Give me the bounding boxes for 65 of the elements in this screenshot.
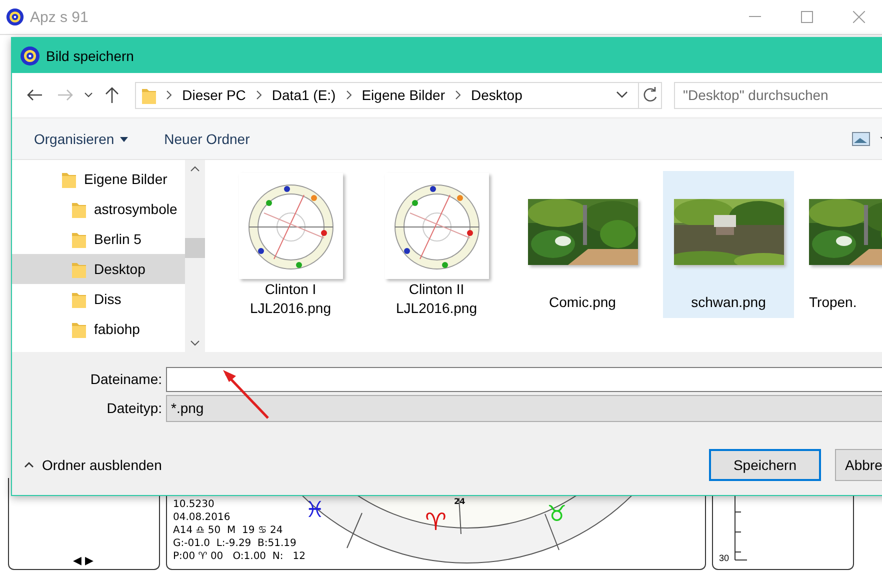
folder-tree-item[interactable]: Berlin 5 xyxy=(12,224,185,254)
folder-icon xyxy=(72,230,86,248)
arrow-button[interactable]: ◀ xyxy=(73,554,81,567)
breadcrumb-item[interactable]: Dieser PC xyxy=(182,87,246,103)
folder-tree-item[interactable]: fabiohp xyxy=(12,314,185,344)
chevron-up-icon[interactable] xyxy=(24,462,34,468)
folder-tree-item[interactable]: Eigene Bilder xyxy=(12,164,185,194)
info-text: P:00 ♈ 00 O:1.00 N: 12 xyxy=(173,550,306,563)
chevron-icon xyxy=(166,90,172,100)
scroll-up-icon[interactable] xyxy=(190,166,200,172)
minimize-icon[interactable] xyxy=(749,16,761,18)
folder-tree-item[interactable]: astrosymbole xyxy=(12,194,185,224)
breadcrumb-item[interactable]: Data1 (E:) xyxy=(272,87,336,103)
up-arrow-icon[interactable] xyxy=(105,87,120,103)
chevron-icon xyxy=(455,90,461,100)
folder-tree-item[interactable]: Diss xyxy=(12,284,185,314)
file-item[interactable]: Clinton I LJL2016.png xyxy=(225,171,356,318)
file-item[interactable]: schwan.png xyxy=(663,171,794,318)
info-text: A14 ♎ 50 M 19 ♋ 24 xyxy=(173,524,284,537)
breadcrumb-item[interactable]: Eigene Bilder xyxy=(362,87,445,103)
info-text: 04.08.2016 xyxy=(173,511,232,524)
window-title: Apz s 91 xyxy=(30,8,90,26)
scrollbar-thumb[interactable] xyxy=(185,238,205,258)
folder-icon xyxy=(62,170,76,188)
arrow-button[interactable]: ▶ xyxy=(85,554,93,567)
info-text: 10.5230 xyxy=(173,498,216,511)
file-item[interactable]: Tropen. xyxy=(809,171,879,318)
dropdown-icon[interactable] xyxy=(616,91,628,99)
app-logo-icon xyxy=(6,8,24,26)
scroll-down-icon[interactable] xyxy=(190,340,200,346)
new-folder-button[interactable]: Neuer Ordner xyxy=(164,131,250,147)
scrollbar[interactable] xyxy=(185,160,205,352)
filetype-dropdown[interactable]: *.png xyxy=(166,394,882,422)
folder-icon xyxy=(72,260,86,278)
app-logo-icon xyxy=(20,46,40,66)
cancel-button[interactable]: Abbre xyxy=(835,449,882,481)
dialog-title: Bild speichern xyxy=(46,48,134,64)
caret-icon[interactable] xyxy=(84,92,93,98)
back-arrow-icon[interactable] xyxy=(26,89,43,101)
filename-field[interactable] xyxy=(166,366,882,392)
folder-icon xyxy=(72,290,86,308)
hide-folders-button[interactable]: Ordner ausblenden xyxy=(24,457,162,473)
search-field[interactable]: "Desktop" durchsuchen xyxy=(674,82,882,108)
view-options-icon[interactable] xyxy=(852,132,882,146)
scale-label: 30 xyxy=(719,553,730,563)
annotation-arrow xyxy=(222,368,272,420)
info-text: G:-01.0 L:-9.29 B:51.19 xyxy=(173,537,298,550)
folder-icon xyxy=(72,200,86,218)
maximize-icon[interactable] xyxy=(801,11,813,23)
filetype-label: Dateityp: xyxy=(106,400,162,416)
chart-label: ♉ xyxy=(547,504,567,526)
save-button[interactable]: Speichern xyxy=(709,449,821,481)
breadcrumb-item[interactable]: Desktop xyxy=(471,87,522,103)
address-bar[interactable]: Dieser PC Data1 (E:) Eigene Bilder Desktop xyxy=(135,82,662,108)
folder-tree-item[interactable]: Desktop xyxy=(12,254,185,284)
file-item[interactable]: Clinton II LJL2016.png xyxy=(371,171,502,318)
chevron-icon xyxy=(256,90,262,100)
organize-button[interactable]: Organisieren xyxy=(34,131,128,147)
folder-icon xyxy=(72,320,86,338)
chevron-icon xyxy=(346,90,352,100)
close-icon[interactable] xyxy=(853,11,865,23)
folder-icon xyxy=(142,86,156,104)
caret-icon[interactable] xyxy=(120,136,128,142)
file-item[interactable]: Comic.png xyxy=(517,171,648,318)
filename-label: Dateiname: xyxy=(89,371,162,387)
